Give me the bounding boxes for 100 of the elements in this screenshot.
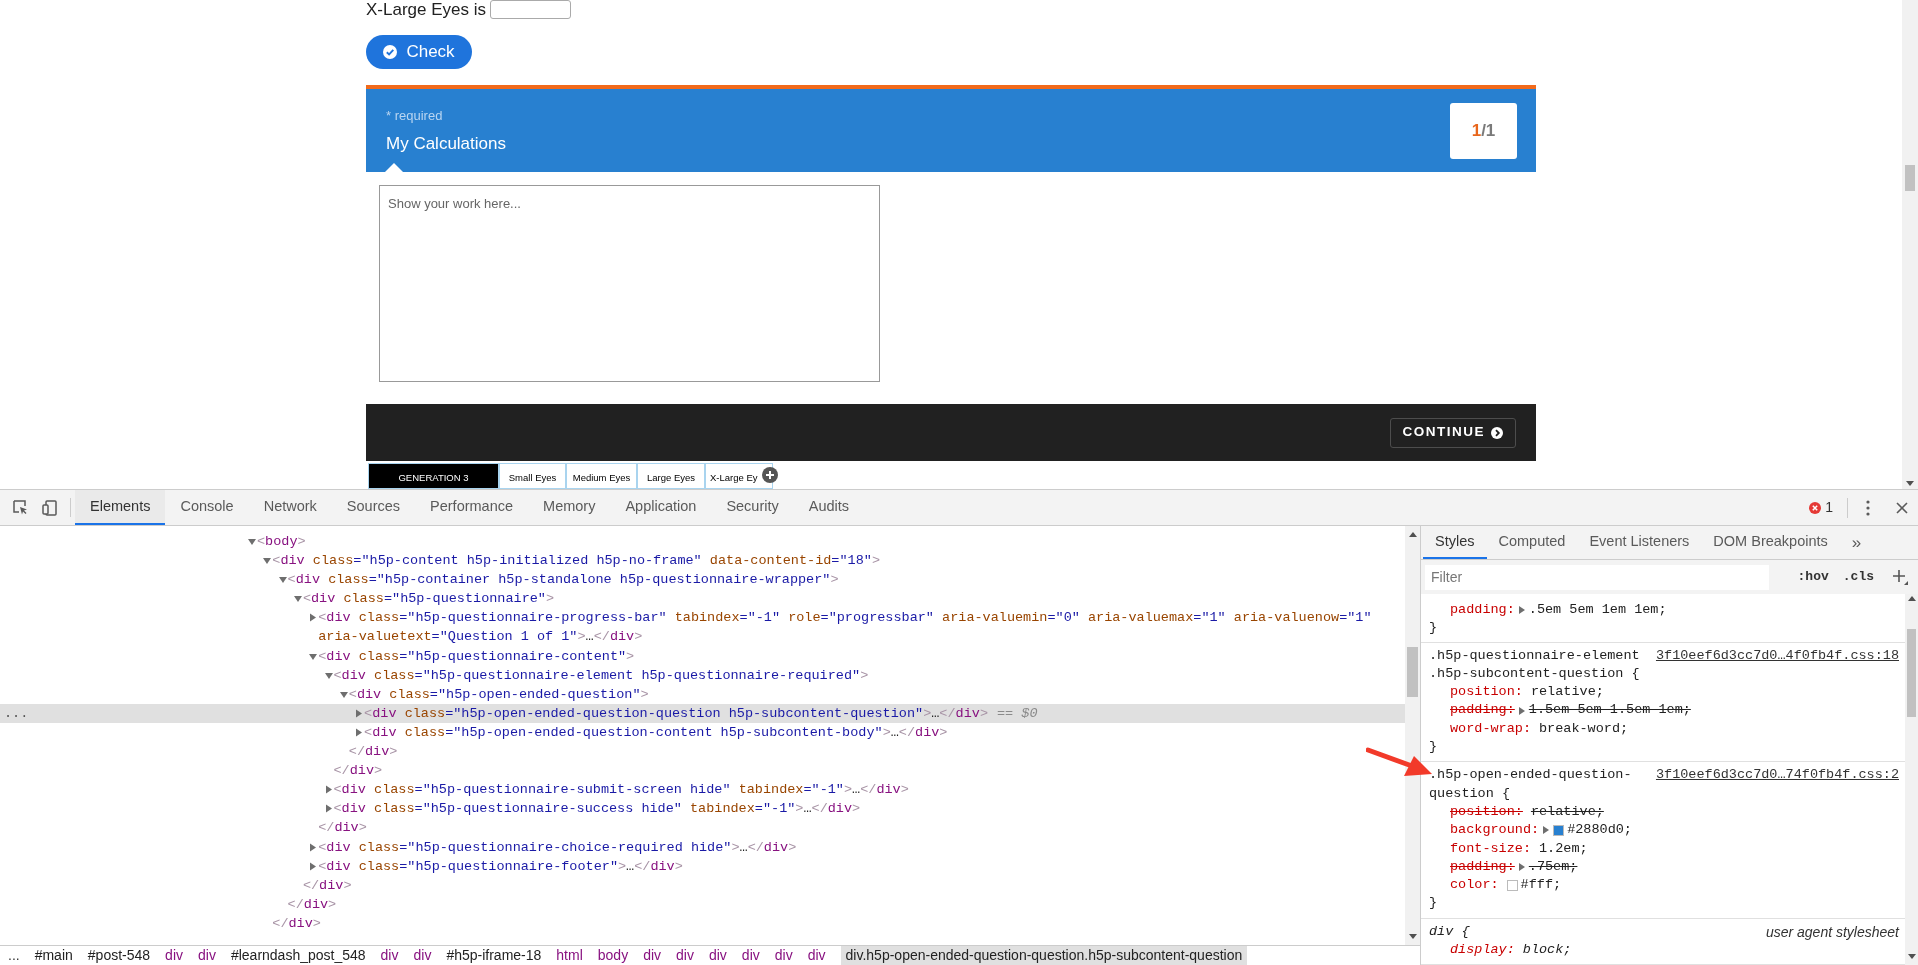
breadcrumb-item[interactable]: div.h5p-open-ended-question-question.h5p-subcontent-question bbox=[840, 946, 1248, 965]
code-line: <div class="h5p-questionnaire-success hide" tabindex="-1">…</div> bbox=[333, 800, 861, 819]
expand-triangle-icon[interactable] bbox=[1517, 862, 1526, 872]
class-toggle[interactable]: .cls bbox=[1842, 567, 1874, 587]
breadcrumb-item[interactable]: div bbox=[643, 946, 662, 965]
eye-size-tab[interactable]: X-Large Ey bbox=[705, 463, 773, 489]
scroll-down-icon[interactable] bbox=[1907, 954, 1916, 959]
code-line: <div class="h5p-container h5p-standalone h5p-questionnaire-wrapper"> bbox=[287, 571, 839, 590]
scroll-up-icon[interactable] bbox=[1408, 532, 1417, 537]
styles-tab[interactable]: Computed bbox=[1486, 526, 1578, 559]
breadcrumb-item[interactable]: div bbox=[807, 946, 826, 965]
scroll-down-icon[interactable] bbox=[1408, 934, 1417, 939]
scroll-up-icon[interactable] bbox=[1907, 596, 1916, 601]
scrollbar-thumb[interactable] bbox=[1907, 629, 1916, 717]
closing-brace: } bbox=[1429, 619, 1439, 638]
breadcrumb-item[interactable]: div bbox=[708, 946, 727, 965]
continue-button[interactable]: CONTINUE bbox=[1389, 417, 1516, 448]
scrollbar-thumb[interactable] bbox=[1905, 165, 1915, 191]
code-line: <div class="h5p-questionnaire-element h5p-questionnaire-required"> bbox=[333, 666, 869, 685]
code-line: <div class="h5p-questionnaire-submit-screen hide" tabindex="-1">…</div> bbox=[333, 781, 909, 800]
styles-scrollbar[interactable] bbox=[1905, 594, 1918, 965]
code-line: <div class="h5p-questionnaire-choice-required hide">…</div> bbox=[318, 838, 797, 857]
close-icon[interactable] bbox=[1896, 501, 1908, 514]
css-property: color: bbox=[1450, 876, 1499, 895]
css-value: 1.2em; bbox=[1539, 839, 1588, 858]
eye-size-tab[interactable]: Large Eyes bbox=[637, 463, 705, 489]
source-label: user agent stylesheet bbox=[1765, 922, 1899, 942]
expand-triangle-icon[interactable] bbox=[1517, 705, 1526, 716]
code-line: <div class="h5p-content h5p-initialized h5p-no-frame" data-content-id="18"> bbox=[272, 552, 880, 571]
styles-tab[interactable]: Event Listeners bbox=[1577, 526, 1702, 559]
breadcrumb-item[interactable]: div bbox=[774, 946, 793, 965]
question-counter: 1/1 bbox=[1450, 102, 1517, 159]
page-scrollbar[interactable] bbox=[1902, 0, 1918, 489]
devtools-tab[interactable]: Application bbox=[610, 490, 712, 525]
work-textarea[interactable]: Show your work here... bbox=[379, 185, 880, 382]
breadcrumb-item[interactable]: #main bbox=[34, 946, 73, 965]
devtools-tab[interactable]: Console bbox=[165, 490, 249, 525]
devtools-tab[interactable]: Sources bbox=[331, 490, 416, 525]
answer-field[interactable] bbox=[490, 0, 571, 19]
device-toolbar-icon[interactable] bbox=[42, 499, 58, 516]
breadcrumb-item[interactable]: html bbox=[556, 946, 583, 965]
error-icon[interactable] bbox=[1809, 501, 1822, 514]
source-link[interactable]: 3f10eef6d3cc7d0…4f0fb4f.css:18 bbox=[1655, 646, 1899, 665]
devtools-tab[interactable]: Performance bbox=[415, 490, 529, 525]
devtools-tab[interactable]: Security bbox=[711, 490, 794, 525]
eye-size-tab[interactable]: Small Eyes bbox=[499, 463, 566, 489]
chevron-circle-icon bbox=[1491, 426, 1503, 439]
css-value: .5em 5em 1em 1em; bbox=[1528, 601, 1667, 619]
inspect-icon[interactable] bbox=[13, 500, 28, 515]
dom-node-row[interactable]: ... <div class="h5p-open-ended-question-question h5p-subcontent-question">…</div> == $0 bbox=[0, 703, 1405, 723]
color-swatch[interactable] bbox=[1506, 879, 1518, 891]
css-value: #fff; bbox=[1520, 876, 1562, 895]
breadcrumb-item[interactable]: #learndash_post_548 bbox=[230, 946, 366, 965]
more-tabs-button[interactable]: » bbox=[1839, 526, 1874, 559]
breadcrumb-item[interactable]: div bbox=[198, 946, 216, 965]
closing-brace: } bbox=[1429, 738, 1439, 757]
add-circle-icon[interactable] bbox=[762, 467, 778, 483]
breadcrumb-item[interactable]: div bbox=[380, 946, 399, 965]
dom-scrollbar[interactable] bbox=[1405, 526, 1420, 945]
breadcrumb-item[interactable]: ... bbox=[8, 946, 20, 965]
code-line: </div> bbox=[272, 914, 321, 933]
devtools-tab[interactable]: Network bbox=[248, 490, 332, 525]
pointer-notch-icon bbox=[385, 162, 403, 172]
breadcrumb-item[interactable]: #h5p-iframe-18 bbox=[446, 946, 542, 965]
breadcrumb-item[interactable]: div bbox=[165, 946, 183, 965]
code-line: </div> bbox=[287, 895, 337, 914]
breadcrumb-item[interactable]: #post-548 bbox=[87, 946, 151, 965]
code-line: </div> bbox=[348, 743, 398, 762]
devtools-tab[interactable]: Elements bbox=[75, 490, 166, 525]
css-property: position: bbox=[1450, 802, 1523, 821]
devtools-tab[interactable]: Audits bbox=[793, 490, 865, 525]
error-count[interactable]: 1 bbox=[1825, 497, 1833, 518]
code-line: </div> bbox=[302, 876, 352, 895]
scrollbar-thumb[interactable] bbox=[1407, 647, 1418, 697]
hover-state-toggle[interactable]: :hov bbox=[1797, 567, 1829, 587]
breadcrumb-item[interactable]: body bbox=[597, 946, 629, 965]
scroll-down-icon[interactable] bbox=[1906, 481, 1914, 486]
devtools-tab[interactable]: Memory bbox=[528, 490, 611, 525]
breadcrumb-item[interactable]: div bbox=[413, 946, 432, 965]
css-value: break-word; bbox=[1539, 719, 1629, 738]
css-property: word-wrap: bbox=[1450, 719, 1531, 738]
filter-field[interactable]: Filter bbox=[1425, 564, 1769, 590]
more-options-icon[interactable] bbox=[1866, 499, 1870, 516]
add-rule-icon[interactable] bbox=[1892, 569, 1908, 585]
code-line: <div class="h5p-questionnaire-footer">…</div> bbox=[318, 857, 683, 876]
styles-tab[interactable]: DOM Breakpoints bbox=[1701, 526, 1840, 559]
row-menu-dots[interactable]: ... bbox=[4, 703, 29, 723]
code-line: <div class="h5p-questionnaire"> bbox=[302, 590, 555, 609]
code-line: <body> bbox=[257, 533, 306, 551]
eye-size-tab[interactable]: Medium Eyes bbox=[566, 463, 637, 489]
eye-size-tab[interactable]: GENERATION 3 bbox=[368, 463, 499, 489]
check-button[interactable]: Check bbox=[366, 35, 472, 70]
breadcrumb-item[interactable]: div bbox=[676, 946, 694, 965]
expand-triangle-icon[interactable] bbox=[1517, 605, 1526, 616]
check-circle-icon bbox=[383, 45, 398, 60]
code-line: </div> bbox=[318, 819, 367, 838]
expand-triangle-icon[interactable] bbox=[1542, 825, 1551, 836]
breadcrumb-item[interactable]: div bbox=[741, 946, 760, 965]
color-swatch[interactable] bbox=[1553, 824, 1565, 836]
source-link[interactable]: 3f10eef6d3cc7d0…74f0fb4f.css:2 bbox=[1655, 766, 1899, 785]
